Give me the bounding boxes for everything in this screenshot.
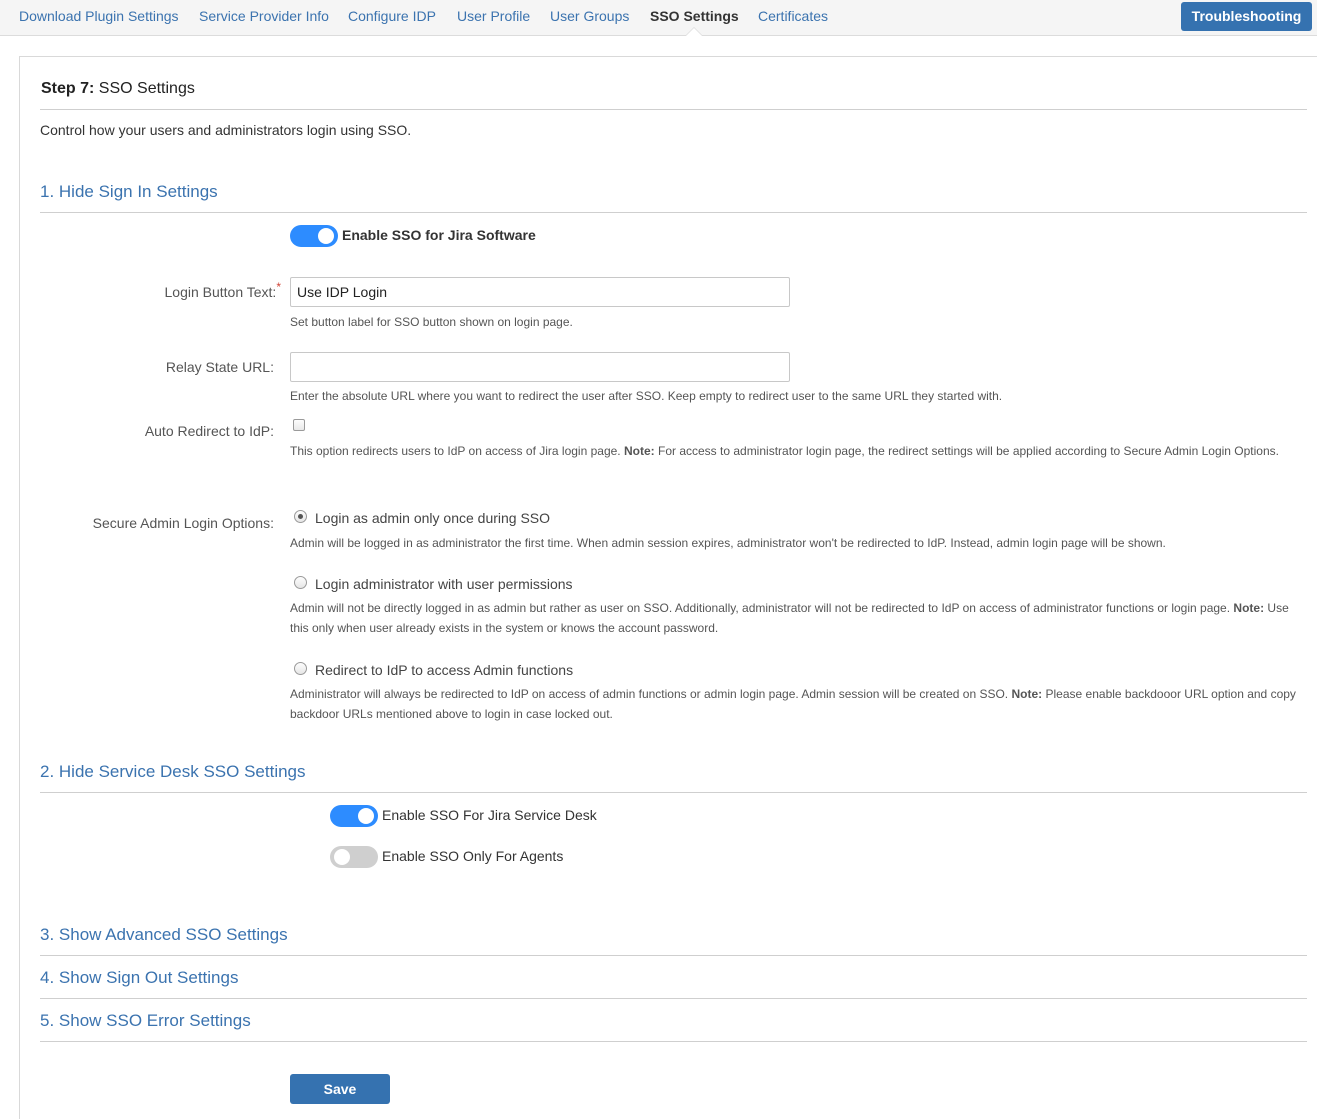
toggle-knob — [334, 849, 350, 865]
auto-redirect-help: This option redirects users to IdP on ac… — [290, 441, 1300, 461]
page-title: Step 7: SSO Settings — [41, 80, 195, 98]
divider — [40, 1041, 1307, 1042]
save-button[interactable]: Save — [290, 1074, 390, 1104]
section-show-advanced-sso-settings[interactable]: 3. Show Advanced SSO Settings — [40, 925, 288, 945]
tab-sso-settings[interactable]: SSO Settings — [650, 8, 739, 24]
section-hide-sign-in-settings[interactable]: 1. Hide Sign In Settings — [40, 182, 218, 202]
auto-redirect-help-note: Note: — [623, 444, 655, 458]
section-show-sign-out-settings[interactable]: 4. Show Sign Out Settings — [40, 968, 238, 988]
top-nav: Download Plugin Settings Service Provide… — [0, 0, 1317, 36]
divider — [40, 792, 1307, 793]
relay-state-url-input[interactable] — [290, 352, 790, 382]
auto-redirect-help-detail: For access to administrator login page, … — [657, 444, 1279, 458]
tab-user-groups[interactable]: User Groups — [550, 8, 629, 24]
admin-option-user-permissions-help-note: Note: — [1233, 601, 1265, 615]
active-tab-indicator-fill — [686, 28, 702, 36]
settings-panel — [19, 56, 1317, 1119]
secure-admin-login-options-label: Secure Admin Login Options: — [92, 515, 274, 531]
divider — [40, 212, 1307, 213]
troubleshooting-button[interactable]: Troubleshooting — [1181, 2, 1312, 31]
admin-option-redirect-idp-help: Administrator will always be redirected … — [290, 684, 1305, 724]
relay-state-url-label: Relay State URL: — [165, 359, 274, 375]
tab-certificates[interactable]: Certificates — [758, 8, 828, 24]
toggle-knob — [318, 228, 334, 244]
step-title-text: SSO Settings — [98, 80, 195, 97]
admin-option-redirect-idp-help-note: Note: — [1011, 687, 1043, 701]
admin-option-once-label: Login as admin only once during SSO — [315, 510, 551, 526]
admin-option-once-help-text: Admin will be logged in as administrator… — [290, 536, 1166, 550]
admin-option-user-permissions-radio[interactable] — [294, 576, 307, 589]
admin-option-user-permissions-help: Admin will not be directly logged in as … — [290, 598, 1305, 638]
page-description: Control how your users and administrator… — [40, 122, 412, 138]
tab-service-provider-info[interactable]: Service Provider Info — [199, 8, 329, 24]
section-show-sso-error-settings[interactable]: 5. Show SSO Error Settings — [40, 1011, 251, 1031]
required-marker: * — [276, 280, 281, 294]
admin-option-user-permissions-label: Login administrator with user permission… — [315, 576, 573, 592]
admin-option-redirect-idp-label: Redirect to IdP to access Admin function… — [315, 662, 574, 678]
tab-download-plugin-settings[interactable]: Download Plugin Settings — [19, 8, 179, 24]
enable-sso-agents-only-label: Enable SSO Only For Agents — [382, 848, 564, 864]
auto-redirect-checkbox[interactable] — [293, 419, 305, 431]
divider — [40, 109, 1307, 110]
auto-redirect-help-text: This option redirects users to IdP on ac… — [290, 444, 621, 458]
auto-redirect-label: Auto Redirect to IdP: — [144, 423, 274, 439]
relay-state-url-help: Enter the absolute URL where you want to… — [290, 389, 1003, 403]
tab-user-profile[interactable]: User Profile — [457, 8, 530, 24]
admin-option-redirect-idp-radio[interactable] — [294, 662, 307, 675]
section-hide-service-desk-settings[interactable]: 2. Hide Service Desk SSO Settings — [40, 762, 306, 782]
admin-option-once-radio[interactable] — [294, 510, 307, 523]
divider — [40, 998, 1307, 999]
enable-sso-agents-only-toggle[interactable] — [330, 846, 378, 868]
step-prefix: Step 7: — [41, 80, 95, 97]
tab-configure-idp[interactable]: Configure IDP — [348, 8, 436, 24]
login-button-text-help: Set button label for SSO button shown on… — [290, 315, 573, 329]
enable-sso-jira-software-toggle[interactable] — [290, 225, 338, 247]
divider — [40, 955, 1307, 956]
enable-sso-jira-software-label: Enable SSO for Jira Software — [342, 227, 536, 243]
admin-option-redirect-idp-help-text: Administrator will always be redirected … — [290, 687, 1009, 701]
admin-option-user-permissions-help-text: Admin will not be directly logged in as … — [290, 601, 1231, 615]
enable-sso-service-desk-label: Enable SSO For Jira Service Desk — [382, 807, 597, 823]
login-button-text-input[interactable] — [290, 277, 790, 307]
login-button-text-label: Login Button Text:* — [164, 280, 282, 300]
login-button-text-label-text: Login Button Text: — [164, 284, 277, 300]
toggle-knob — [358, 808, 374, 824]
admin-option-once-help: Admin will be logged in as administrator… — [290, 533, 1305, 553]
enable-sso-service-desk-toggle[interactable] — [330, 805, 378, 827]
